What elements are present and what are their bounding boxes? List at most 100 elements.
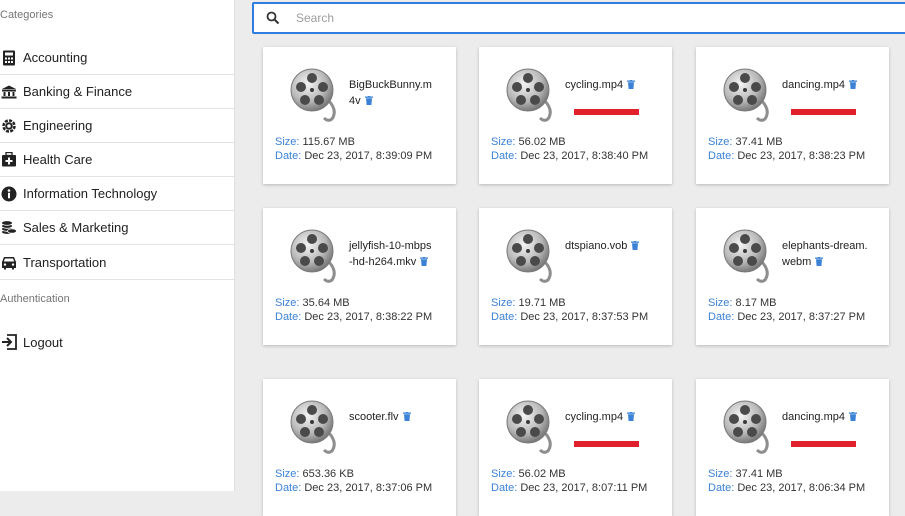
trash-icon[interactable] [627, 78, 636, 89]
file-date: Date: Dec 23, 2017, 8:37:53 PM [491, 310, 648, 324]
trash-icon[interactable] [849, 78, 857, 89]
video-file-icon [721, 66, 777, 122]
file-name: cycling.mp4 [565, 409, 651, 425]
authentication-title: Authentication [0, 293, 70, 305]
bank-icon [1, 84, 17, 100]
file-card[interactable]: cycling.mp4 Size: 56.02 MB Date: Dec 23,… [479, 47, 672, 184]
file-size: Size: 35.64 MB [275, 296, 350, 310]
date-value: Dec 23, 2017, 8:38:40 PM [520, 150, 649, 162]
size-value: 56.02 MB [518, 468, 566, 480]
file-date: Date: Dec 23, 2017, 8:38:22 PM [275, 310, 432, 324]
size-label: Size: [491, 136, 516, 148]
file-size: Size: 56.02 MB [491, 467, 566, 481]
search-icon [266, 11, 280, 25]
sidebar-item-label: Health Care [23, 152, 93, 167]
date-value: Dec 23, 2017, 8:37:27 PM [737, 311, 866, 323]
logout-label: Logout [23, 334, 63, 350]
search-bar [252, 2, 905, 34]
date-label: Date: [491, 311, 518, 323]
date-value: Dec 23, 2017, 8:39:09 PM [304, 150, 433, 162]
sidebar-item-banking-finance[interactable]: Banking & Finance [0, 75, 234, 109]
file-card[interactable]: dancing.mp4 Size: 37.41 MB Date: Dec 23,… [696, 379, 889, 516]
video-file-icon [288, 398, 344, 454]
trash-icon[interactable] [849, 410, 857, 421]
size-label: Size: [708, 297, 733, 309]
categories-title: Categories [0, 9, 54, 21]
size-value: 115.67 MB [302, 136, 355, 148]
file-card[interactable]: BigBuckBunny.m4v Size: 115.67 MB Date: D… [263, 47, 456, 184]
file-size: Size: 8.17 MB [708, 296, 777, 310]
size-label: Size: [275, 468, 300, 480]
progress-bar [791, 441, 856, 447]
video-file-icon [504, 227, 560, 283]
file-card[interactable]: elephants-dream.webm Size: 8.17 MB Date:… [696, 208, 889, 345]
size-label: Size: [491, 297, 516, 309]
file-card[interactable]: cycling.mp4 Size: 56.02 MB Date: Dec 23,… [479, 379, 672, 516]
trash-icon[interactable] [420, 255, 429, 266]
sidebar-item-label: Transportation [23, 255, 107, 270]
file-card[interactable]: dtspiano.vob Size: 19.71 MB Date: Dec 23… [479, 208, 672, 345]
file-name: dancing.mp4 [782, 77, 868, 93]
medical-kit-icon [1, 152, 17, 168]
size-label: Size: [708, 136, 733, 148]
date-label: Date: [708, 311, 735, 323]
file-size: Size: 56.02 MB [491, 135, 566, 149]
date-label: Date: [491, 150, 518, 162]
size-value: 37.41 MB [735, 136, 783, 148]
gear-icon [1, 118, 17, 134]
search-input[interactable] [294, 10, 858, 26]
file-date: Date: Dec 23, 2017, 8:06:34 PM [708, 481, 865, 495]
video-file-icon [288, 227, 344, 283]
video-file-icon [504, 398, 560, 454]
file-card[interactable]: dancing.mp4 Size: 37.41 MB Date: Dec 23,… [696, 47, 889, 184]
file-size: Size: 37.41 MB [708, 135, 783, 149]
date-label: Date: [708, 482, 735, 494]
size-label: Size: [708, 468, 733, 480]
file-date: Date: Dec 23, 2017, 8:39:09 PM [275, 149, 432, 163]
file-card[interactable]: scooter.flv Size: 653.36 KB Date: Dec 23… [263, 379, 456, 516]
trash-icon[interactable] [631, 239, 640, 250]
file-name: elephants-dream.webm [782, 240, 868, 268]
date-value: Dec 23, 2017, 8:38:23 PM [737, 150, 866, 162]
date-label: Date: [275, 482, 302, 494]
coins-icon [1, 220, 17, 236]
file-name: dtspiano.vob [565, 238, 651, 254]
calculator-icon [1, 50, 17, 66]
file-card[interactable]: jellyfish-10-mbps-hd-h264.mkv Size: 35.6… [263, 208, 456, 345]
logout-icon [1, 334, 17, 350]
size-label: Size: [275, 297, 300, 309]
sidebar-item-label: Engineering [23, 118, 93, 133]
date-label: Date: [275, 311, 302, 323]
sidebar-item-information-technology[interactable]: Information Technology [0, 177, 234, 211]
trash-icon[interactable] [402, 410, 411, 421]
file-size: Size: 37.41 MB [708, 467, 783, 481]
size-label: Size: [275, 136, 300, 148]
sidebar-item-sales-marketing[interactable]: Sales & Marketing [0, 211, 234, 245]
size-value: 56.02 MB [518, 136, 566, 148]
trash-icon[interactable] [364, 94, 373, 105]
size-value: 35.64 MB [302, 297, 350, 309]
sidebar-item-transportation[interactable]: Transportation [0, 246, 234, 280]
sidebar-item-engineering[interactable]: Engineering [0, 109, 234, 143]
sidebar: Categories Accounting Banking & Finance … [0, 0, 235, 491]
sidebar-item-label: Banking & Finance [23, 84, 133, 99]
date-value: Dec 23, 2017, 8:37:53 PM [520, 311, 649, 323]
progress-bar [574, 109, 639, 115]
file-size: Size: 19.71 MB [491, 296, 566, 310]
sidebar-item-label: Information Technology [23, 186, 158, 201]
sidebar-item-health-care[interactable]: Health Care [0, 143, 234, 177]
size-value: 37.41 MB [735, 468, 783, 480]
size-value: 19.71 MB [518, 297, 566, 309]
file-date: Date: Dec 23, 2017, 8:38:23 PM [708, 149, 865, 163]
video-file-icon [721, 227, 777, 283]
sidebar-item-accounting[interactable]: Accounting [0, 41, 234, 75]
date-value: Dec 23, 2017, 8:07:11 PM [520, 482, 648, 494]
info-icon [1, 186, 17, 202]
trash-icon[interactable] [627, 410, 636, 421]
video-file-icon [504, 66, 560, 122]
trash-icon[interactable] [815, 255, 824, 266]
file-name: dancing.mp4 [782, 409, 868, 425]
logout-button[interactable]: Logout [0, 325, 234, 359]
file-name: jellyfish-10-mbps-hd-h264.mkv [349, 240, 432, 268]
date-value: Dec 23, 2017, 8:06:34 PM [737, 482, 866, 494]
